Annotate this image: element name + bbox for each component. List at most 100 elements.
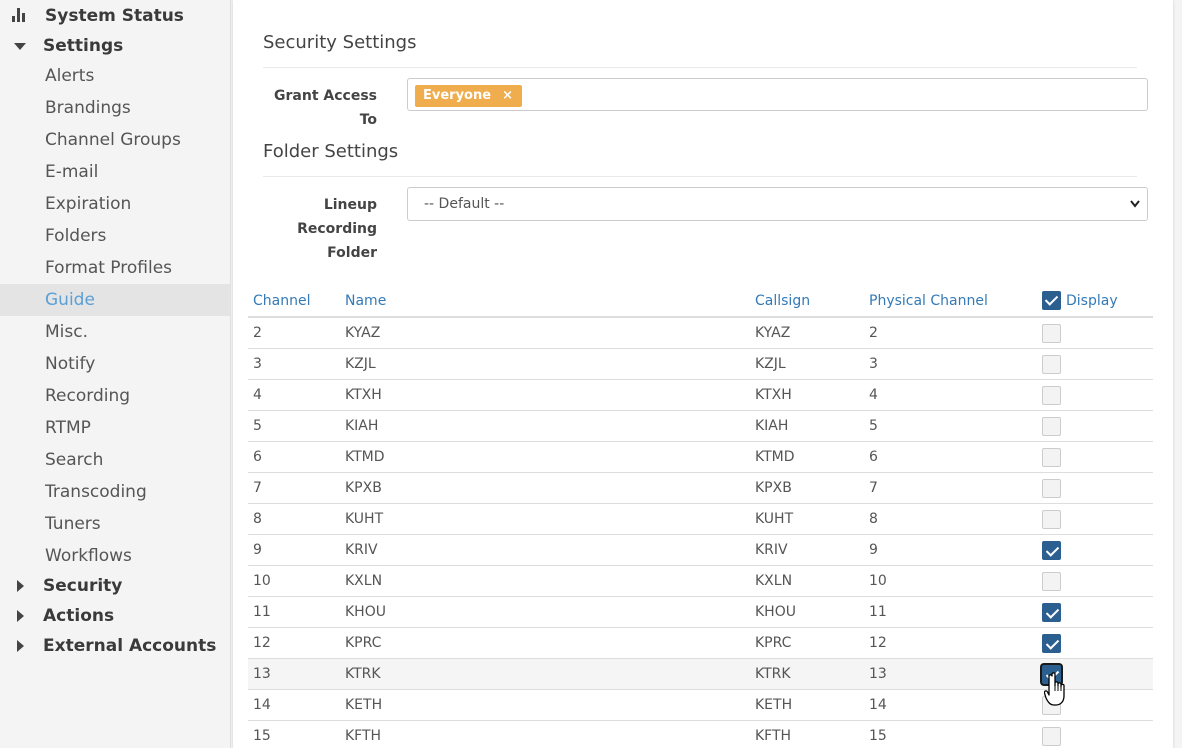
- cell-physical: 4: [869, 387, 878, 403]
- grant-access-label: Grant Access To: [274, 88, 377, 128]
- display-checkbox[interactable]: [1042, 479, 1061, 498]
- cell-name: KZJL: [345, 356, 376, 372]
- table-row: 8 KUHT KUHT 8: [248, 504, 1153, 535]
- lineup-label-line-1: Lineup Recording: [297, 197, 377, 237]
- caret-down-icon: [14, 43, 26, 50]
- sidebar-item-label: Workflows: [45, 546, 132, 566]
- nav-security[interactable]: Security: [0, 571, 231, 601]
- sidebar-item-label: Tuners: [45, 514, 101, 534]
- col-header-callsign[interactable]: Callsign: [755, 285, 810, 317]
- sidebar-item-search[interactable]: Search: [0, 444, 231, 476]
- cell-callsign: KUHT: [755, 511, 794, 527]
- cell-channel: 5: [253, 418, 262, 434]
- sidebar-item-label: E-mail: [45, 162, 99, 182]
- display-checkbox[interactable]: [1042, 572, 1061, 591]
- lineup-label-line-2: Folder: [327, 245, 377, 261]
- sidebar-item-label: Recording: [45, 386, 131, 406]
- nav-settings[interactable]: Settings: [0, 31, 231, 61]
- sidebar-item-rtmp[interactable]: RTMP: [0, 412, 231, 444]
- cell-channel: 12: [253, 635, 271, 651]
- sidebar-item-transcoding[interactable]: Transcoding: [0, 476, 231, 508]
- everyone-tag: Everyone ×: [415, 85, 522, 107]
- cell-callsign: KXLN: [755, 573, 793, 589]
- cell-physical: 9: [869, 542, 878, 558]
- lineup-recording-folder-label: Lineup Recording Folder: [253, 193, 377, 265]
- nav-actions[interactable]: Actions: [0, 601, 231, 631]
- tag-remove-icon[interactable]: ×: [502, 85, 513, 107]
- col-header-channel[interactable]: Channel: [253, 285, 310, 317]
- table-row: 2 KYAZ KYAZ 2: [248, 318, 1153, 349]
- cell-channel: 14: [253, 697, 271, 713]
- sidebar-item-label: Channel Groups: [45, 130, 181, 150]
- cell-channel: 2: [253, 325, 262, 341]
- tag-label: Everyone: [423, 88, 492, 103]
- display-checkbox[interactable]: [1042, 417, 1061, 436]
- nav-external-accounts-label: External Accounts: [43, 636, 217, 656]
- display-all-checkbox[interactable]: [1042, 291, 1061, 310]
- sidebar-item-tuners[interactable]: Tuners: [0, 508, 231, 540]
- sidebar-item-label: Misc.: [45, 322, 88, 342]
- nav-external-accounts[interactable]: External Accounts: [0, 631, 231, 661]
- sidebar-item-channel-groups[interactable]: Channel Groups: [0, 124, 231, 156]
- cell-name: KYAZ: [345, 325, 381, 341]
- lineup-recording-folder-select[interactable]: -- Default --: [407, 187, 1148, 221]
- display-checkbox[interactable]: [1042, 727, 1061, 746]
- cell-callsign: KYAZ: [755, 325, 791, 341]
- cell-name: KRIV: [345, 542, 378, 558]
- display-checkbox[interactable]: [1042, 634, 1061, 653]
- display-checkbox[interactable]: [1042, 541, 1061, 560]
- display-checkbox[interactable]: [1042, 510, 1061, 529]
- table-row: 14 KETH KETH 14: [248, 690, 1153, 721]
- sidebar-item-label: RTMP: [45, 418, 91, 438]
- sidebar-item-workflows[interactable]: Workflows: [0, 540, 231, 572]
- sidebar-item-label: Expiration: [45, 194, 132, 214]
- cell-callsign: KETH: [755, 697, 793, 713]
- sidebar-item-notify[interactable]: Notify: [0, 348, 231, 380]
- sidebar-item-label: Notify: [45, 354, 96, 374]
- caret-right-icon: [17, 640, 24, 652]
- table-row: 10 KXLN KXLN 10: [248, 566, 1153, 597]
- nav-settings-label: Settings: [43, 36, 124, 56]
- table-row: 4 KTXH KTXH 4: [248, 380, 1153, 411]
- sidebar-item-guide[interactable]: Guide: [0, 284, 231, 316]
- sidebar-item-folders[interactable]: Folders: [0, 220, 231, 252]
- chevron-down-icon: [1129, 188, 1141, 233]
- table-row: 15 KFTH KFTH 15: [248, 721, 1153, 748]
- col-header-physical-channel[interactable]: Physical Channel: [869, 285, 988, 317]
- display-checkbox[interactable]: [1042, 603, 1061, 622]
- cell-callsign: KIAH: [755, 418, 789, 434]
- sidebar-item-expiration[interactable]: Expiration: [0, 188, 231, 220]
- caret-right-icon: [17, 610, 24, 622]
- cell-name: KIAH: [345, 418, 379, 434]
- table-row: 3 KZJL KZJL 3: [248, 349, 1153, 380]
- sidebar-item-label: Search: [45, 450, 104, 470]
- cell-physical: 3: [869, 356, 878, 372]
- cell-callsign: KPRC: [755, 635, 792, 651]
- cell-physical: 10: [869, 573, 887, 589]
- cell-physical: 8: [869, 511, 878, 527]
- sidebar-item-recording[interactable]: Recording: [0, 380, 231, 412]
- cell-name: KHOU: [345, 604, 386, 620]
- sidebar-item-e-mail[interactable]: E-mail: [0, 156, 231, 188]
- display-checkbox[interactable]: [1042, 355, 1061, 374]
- display-checkbox[interactable]: [1042, 386, 1061, 405]
- cell-name: KXLN: [345, 573, 383, 589]
- col-header-display[interactable]: Display: [1066, 285, 1118, 317]
- cell-name: KUHT: [345, 511, 384, 527]
- sidebar-item-misc[interactable]: Misc.: [0, 316, 231, 348]
- table-row: 7 KPXB KPXB 7: [248, 473, 1153, 504]
- display-checkbox[interactable]: [1042, 324, 1061, 343]
- cell-physical: 7: [869, 480, 878, 496]
- sidebar-item-format-profiles[interactable]: Format Profiles: [0, 252, 231, 284]
- display-checkbox[interactable]: [1042, 448, 1061, 467]
- sidebar-item-label: Transcoding: [45, 482, 147, 502]
- cell-name: KPRC: [345, 635, 382, 651]
- grant-access-input[interactable]: Everyone ×: [407, 78, 1148, 111]
- nav-system-status[interactable]: System Status: [0, 1, 231, 31]
- sidebar-item-alerts[interactable]: Alerts: [0, 60, 231, 92]
- cell-physical: 13: [869, 666, 887, 682]
- sidebar-item-brandings[interactable]: Brandings: [0, 92, 231, 124]
- cell-physical: 6: [869, 449, 878, 465]
- col-header-name[interactable]: Name: [345, 285, 386, 317]
- cell-channel: 11: [253, 604, 271, 620]
